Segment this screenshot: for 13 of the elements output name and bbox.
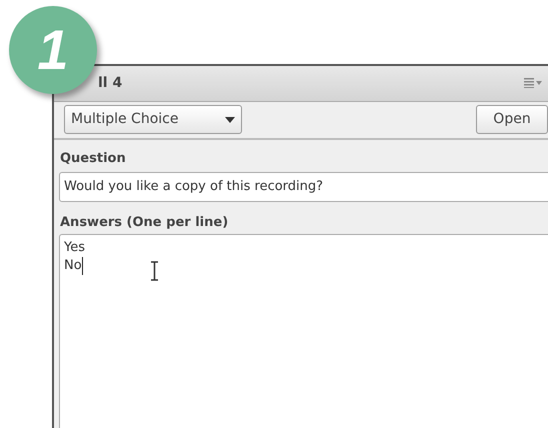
answers-field[interactable]: Yes No (59, 234, 548, 428)
answer-line: No (64, 257, 83, 275)
question-label: Question (59, 150, 127, 168)
question-type-dropdown[interactable]: Multiple Choice (64, 105, 242, 134)
question-field[interactable]: Would you like a copy of this recording? (59, 172, 548, 202)
menu-icon[interactable] (524, 78, 542, 88)
answer-line: Yes (64, 239, 85, 257)
answers-label: Answers (One per line) (59, 214, 230, 232)
panel-title: ll 4 (98, 74, 122, 93)
text-cursor-icon (150, 261, 159, 281)
step-badge: 1 (9, 6, 97, 94)
caret-icon (225, 116, 235, 123)
open-button[interactable]: Open (476, 105, 548, 134)
